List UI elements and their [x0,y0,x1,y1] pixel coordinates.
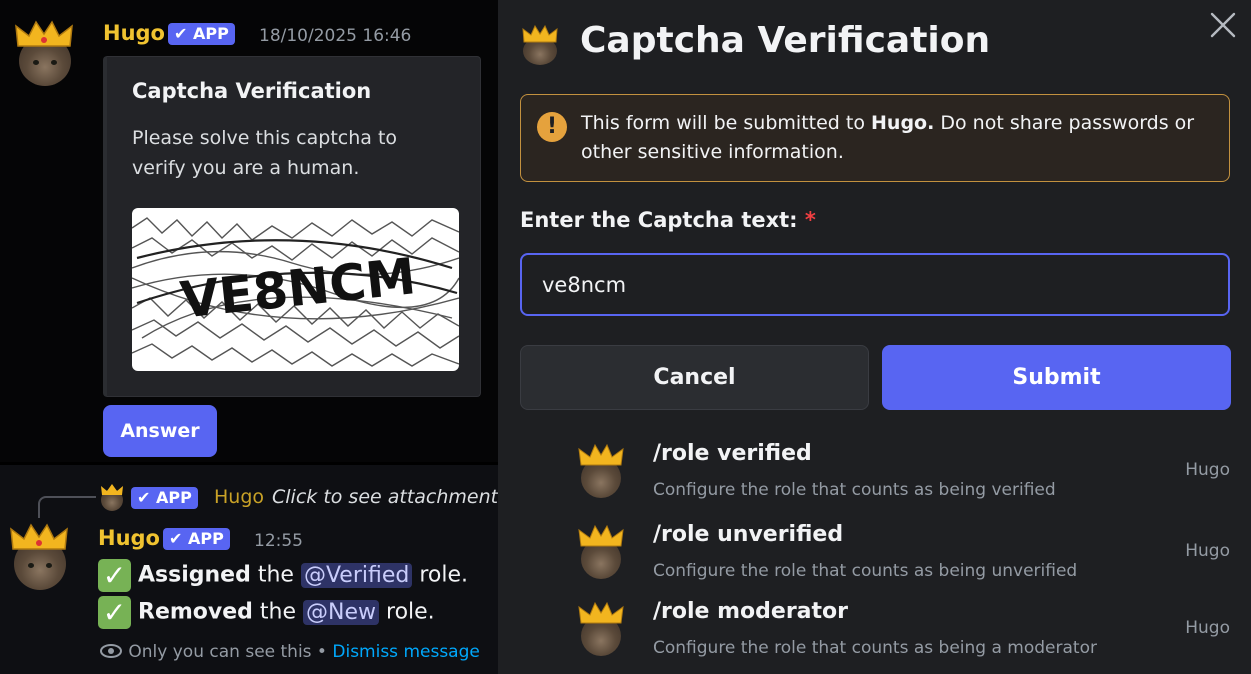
command-owner: Hugo [1185,541,1230,561]
app-badge: ✔ APP [163,528,230,550]
reply-username[interactable]: Hugo [214,486,264,508]
username[interactable]: Hugo [98,526,160,550]
bot-name: Hugo. [871,112,935,134]
crown-icon [522,25,558,43]
warning-icon: ! [537,112,567,142]
timestamp: 12:55 [254,531,303,551]
text: role. [412,562,468,588]
crown-icon [578,525,624,547]
command-owner: Hugo [1185,618,1230,638]
check-icon: ✓ [98,559,131,592]
role-mention-new[interactable]: @New [303,599,380,625]
captcha-message: Hugo ✔ APP 18/10/2025 16:46 Captcha Veri… [0,0,498,462]
command-description: Configure the role that counts as being … [653,638,1097,658]
crown-icon [101,484,123,495]
answer-button[interactable]: Answer [103,405,217,457]
captcha-noise: VE8NCM [132,217,459,367]
eye-icon [100,644,122,658]
reply-preview[interactable]: Click to see attachment [272,486,498,508]
separator: • [311,642,333,662]
crown-icon [15,20,73,47]
label-text: Enter the Captcha text: [520,208,798,232]
reply-connector [38,496,96,518]
embed-title: Captcha Verification [132,79,372,103]
captcha-image[interactable]: VE8NCM [132,208,459,371]
submit-button[interactable]: Submit [882,345,1231,410]
command-description: Configure the role that counts as being … [653,480,1056,500]
dismiss-message-link[interactable]: Dismiss message [332,642,479,662]
command-owner: Hugo [1185,460,1230,480]
command-name: /role verified [653,441,812,466]
check-icon: ✓ [98,596,131,629]
removed-label: Removed [138,599,253,625]
assigned-label: Assigned [138,562,251,588]
command-name: /role unverified [653,522,844,547]
required-mark: * [804,208,816,232]
username[interactable]: Hugo [103,21,165,45]
text: This form will be submitted to [581,112,872,134]
ephemeral-text: Only you can see this [128,642,312,662]
embed-description: Please solve this captcha to verify you … [132,127,398,179]
timestamp: 18/10/2025 16:46 [259,26,412,46]
captcha-text: VE8NCM [178,247,419,329]
warning-box: ! This form will be submitted to Hugo. D… [520,94,1230,182]
modal-title: Captcha Verification [580,20,991,61]
captcha-modal: Captcha Verification ! This form will be… [498,0,1251,674]
ephemeral-note: Only you can see this • Dismiss message [99,642,480,662]
role-result-message: ✔ APP Hugo Click to see attachment Hugo … [0,465,553,674]
text: the [252,599,304,625]
assigned-line: ✓ Assigned the @Verified role. [98,559,468,592]
command-name: /role moderator [653,599,849,624]
captcha-input[interactable] [520,253,1230,316]
command-item[interactable]: /role moderator Configure the role that … [576,596,1236,674]
warning-text: This form will be submitted to Hugo. Do … [581,109,1221,167]
captcha-field-label: Enter the Captcha text: * [520,208,816,232]
command-item[interactable]: /role verified Configure the role that c… [576,438,1236,516]
command-item[interactable]: /role unverified Configure the role that… [576,519,1236,597]
crown-icon [578,602,624,624]
reply-app-badge: ✔ APP [131,487,198,509]
removed-line: ✓ Removed the @New role. [98,596,435,629]
app-badge: ✔ APP [168,23,235,45]
command-description: Configure the role that counts as being … [653,561,1078,581]
crown-icon [10,523,68,550]
text: the [250,562,301,588]
crown-icon [578,444,624,466]
close-icon[interactable] [1208,10,1238,40]
cancel-button[interactable]: Cancel [520,345,869,410]
text: role. [379,599,435,625]
embed: Captcha Verification Please solve this c… [103,56,481,397]
role-mention-verified[interactable]: @Verified [300,562,413,588]
